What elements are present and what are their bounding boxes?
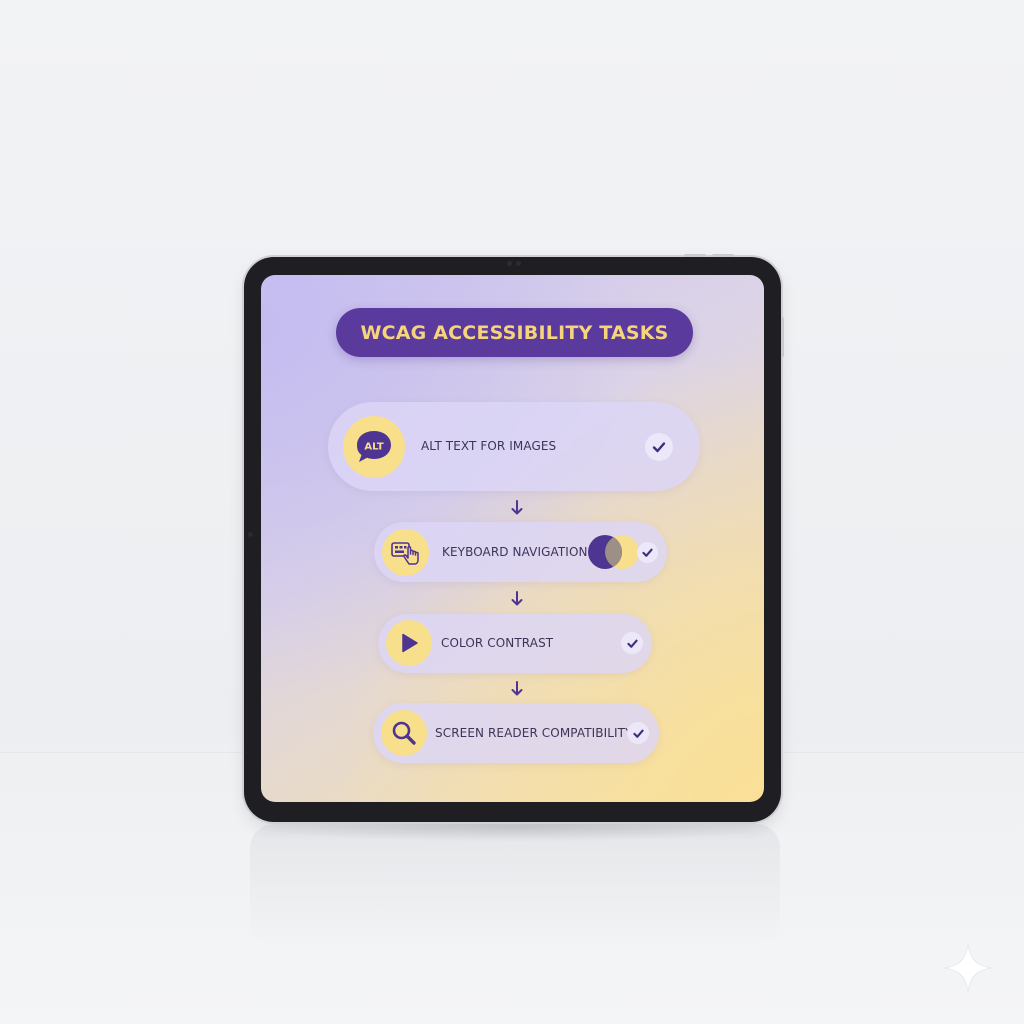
arrow-down-icon (511, 591, 523, 606)
checkmark-icon[interactable] (637, 542, 658, 563)
side-button (781, 317, 784, 357)
task-item-alt-text[interactable]: ALT ALT TEXT FOR IMAGES (328, 402, 700, 491)
arrow-down-icon (511, 500, 523, 515)
camera (494, 261, 530, 267)
task-label: SCREEN READER COMPATIBILITY (435, 726, 633, 740)
task-label: KEYBOARD NAVIGATION (442, 545, 588, 559)
camera-sensor (516, 261, 521, 266)
camera-lens (507, 261, 512, 266)
arrow-down-icon (511, 681, 523, 696)
checkmark-icon[interactable] (621, 632, 643, 654)
page-title: WCAG ACCESSIBILITY TASKS (360, 321, 669, 344)
task-label: ALT TEXT FOR IMAGES (421, 439, 557, 453)
task-label: COLOR CONTRAST (441, 636, 554, 650)
tablet-screen: WCAG ACCESSIBILITY TASKS ALT ALT TEXT FO… (261, 275, 764, 802)
tablet-reflection (250, 824, 780, 944)
volume-button (684, 254, 706, 257)
tablet-device: WCAG ACCESSIBILITY TASKS ALT ALT TEXT FO… (244, 254, 784, 822)
alt-text-icon: ALT (343, 416, 405, 478)
checkmark-icon[interactable] (627, 722, 649, 744)
contrast-circles-icon (586, 534, 644, 570)
task-item-keyboard-navigation[interactable]: KEYBOARD NAVIGATION (374, 522, 667, 582)
task-item-color-contrast[interactable]: COLOR CONTRAST (378, 614, 652, 673)
task-item-screen-reader[interactable]: SCREEN READER COMPATIBILITY (373, 703, 659, 763)
side-sensor (248, 532, 253, 537)
alt-icon-text: ALT (364, 442, 383, 453)
power-button (712, 254, 734, 257)
title-banner: WCAG ACCESSIBILITY TASKS (336, 308, 693, 357)
sparkle-icon (943, 943, 993, 993)
play-icon (386, 620, 432, 666)
magnifier-icon (381, 710, 427, 756)
checkmark-icon[interactable] (645, 433, 673, 461)
keyboard-hand-icon (382, 529, 429, 576)
